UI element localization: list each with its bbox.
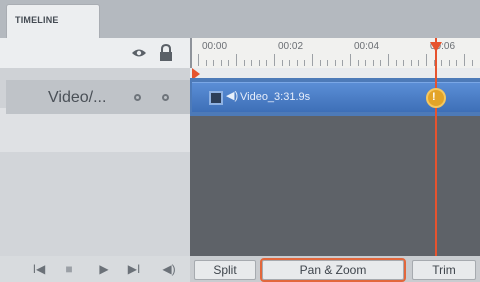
stop-icon[interactable]: ■: [62, 261, 76, 277]
split-button[interactable]: Split: [194, 260, 256, 280]
ruler-tick: [456, 60, 458, 66]
trim-button[interactable]: Trim: [412, 260, 476, 280]
track-lock-dot[interactable]: [162, 94, 169, 101]
ruler-tick: [471, 60, 473, 66]
pan-zoom-button[interactable]: Pan & Zoom: [260, 258, 406, 282]
ruler-tick: [228, 60, 230, 66]
tab-timeline-label: TIMELINE: [15, 15, 59, 25]
ruler-tick: [357, 60, 359, 66]
ruler-tick: [296, 60, 298, 66]
ruler-tick: [281, 60, 283, 66]
ruler-tick: [380, 60, 382, 66]
track-header-toolbar: [0, 38, 190, 68]
volume-icon[interactable]: ◀): [158, 261, 180, 277]
playhead-line[interactable]: [435, 38, 437, 258]
ruler-tick: [441, 60, 443, 66]
ruler-tick: [258, 60, 260, 66]
tab-timeline[interactable]: TIMELINE: [6, 4, 100, 38]
clip-name: Video_3:31.9s: [240, 91, 311, 103]
ruler-tick: [448, 60, 450, 66]
eye-icon[interactable]: [131, 48, 147, 58]
transport-controls: I◀ ■ ▶ ▶I ◀): [0, 256, 190, 282]
track-visibility-dot[interactable]: [134, 94, 141, 101]
play-icon[interactable]: ▶: [96, 261, 112, 277]
ruler-tick: [372, 60, 374, 66]
ruler-tick: [243, 60, 245, 66]
ruler-tick: [205, 60, 207, 66]
ruler-tick: [319, 60, 321, 66]
track-header-panel: Video/... I◀ ■ ▶ ▶I ◀): [0, 38, 190, 282]
ruler-tick: [342, 60, 344, 66]
lock-icon[interactable]: [158, 44, 174, 61]
ruler-tick: [220, 60, 222, 66]
ruler-tick: [418, 60, 420, 66]
ruler-tick: [464, 54, 465, 66]
video-track-header[interactable]: Video/...: [6, 80, 190, 114]
track-name: Video/...: [48, 89, 107, 106]
ruler-label: 00:00: [202, 41, 228, 52]
ruler-tick: [236, 54, 237, 66]
ruler-tick: [312, 54, 313, 66]
ruler-tick: [327, 60, 329, 66]
ruler-tick: [274, 54, 275, 66]
playhead-marker-label: !: [432, 91, 436, 103]
ruler-tick: [289, 60, 291, 66]
ruler-tick: [403, 60, 405, 66]
ruler-tick: [365, 60, 367, 66]
ruler-tick: [426, 54, 427, 66]
speaker-icon: ◀): [226, 90, 239, 102]
playhead-marker[interactable]: !: [426, 88, 446, 108]
timeline-area[interactable]: 00:00 00:02 00:04 00:06 ◀) Video_3:31.9s…: [190, 38, 480, 282]
ruler-label: 00:02: [278, 41, 304, 52]
ruler-label: 00:04: [354, 41, 380, 52]
go-to-start-icon[interactable]: I◀: [30, 261, 48, 277]
clip-thumbnail-icon: [209, 91, 223, 105]
ruler-tick: [198, 54, 199, 66]
ruler-tick: [334, 60, 336, 66]
action-bar: Split Pan & Zoom Trim: [190, 256, 480, 282]
tab-strip: TIMELINE: [0, 0, 480, 38]
ruler-tick: [251, 60, 253, 66]
go-to-end-icon[interactable]: ▶I: [124, 261, 144, 277]
timeline-panel: TIMELINE Video/... I◀ ■ ▶ ▶I ◀) 00:00 00…: [0, 0, 480, 282]
ruler-tick: [395, 60, 397, 66]
ruler-tick: [304, 60, 306, 66]
ruler-tick: [266, 60, 268, 66]
ruler-tick: [350, 54, 351, 66]
ruler-tick: [410, 60, 412, 66]
empty-track-area: [0, 152, 190, 262]
playhead-handle-icon[interactable]: [430, 42, 442, 52]
ruler-tick: [213, 60, 215, 66]
ruler-tick: [388, 54, 389, 66]
